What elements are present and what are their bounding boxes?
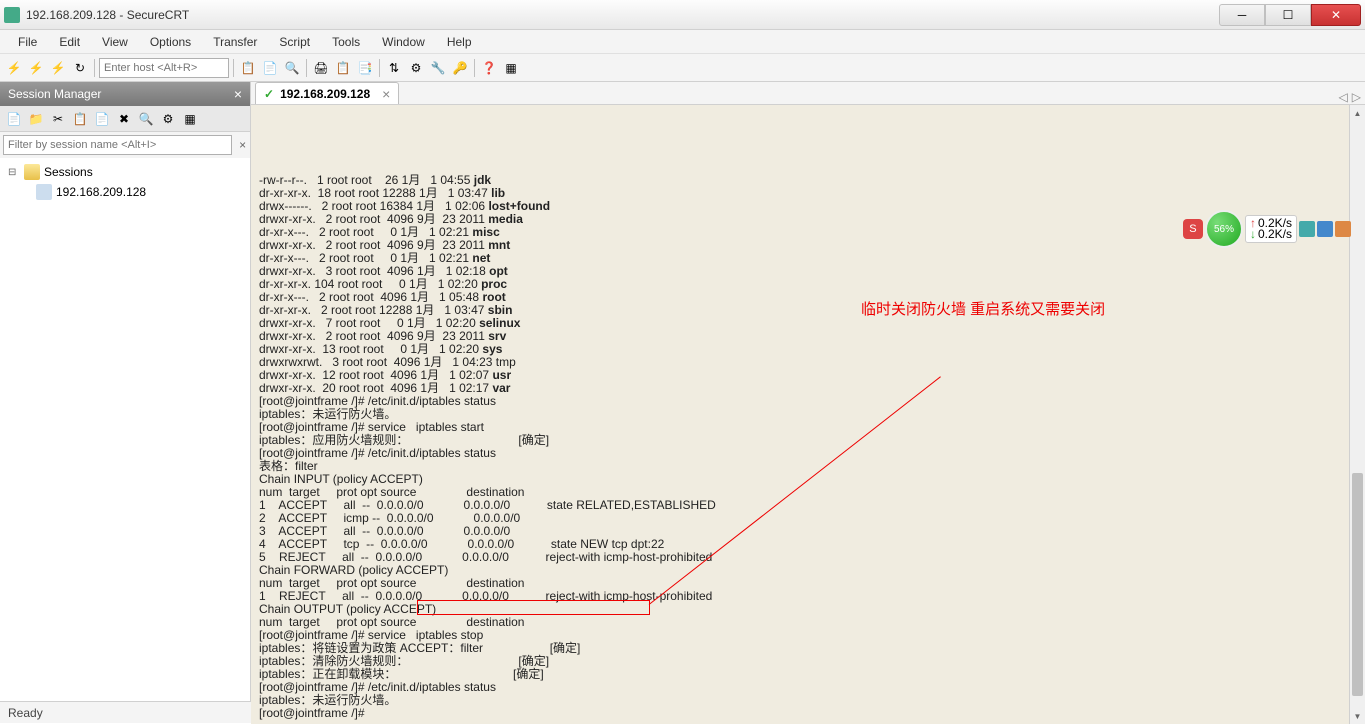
terminal-line: [root@jointframe /]# /etc/init.d/iptable… <box>259 681 1341 694</box>
cut-icon[interactable]: ✂ <box>48 109 68 129</box>
tile-icon[interactable]: ▦ <box>501 58 521 78</box>
cpu-gauge[interactable]: 56% <box>1205 210 1243 248</box>
annotation-text: 临时关闭防火墙 重启系统又需要关闭 <box>861 303 1105 316</box>
settings-icon[interactable]: ⚙ <box>406 58 426 78</box>
xfer-icon[interactable]: ⇅ <box>384 58 404 78</box>
maximize-button[interactable]: ☐ <box>1265 4 1311 26</box>
help-icon[interactable]: ❓ <box>479 58 499 78</box>
menu-script[interactable]: Script <box>269 32 320 52</box>
tree-root-sessions[interactable]: ⊟ Sessions <box>4 162 246 182</box>
key-icon[interactable]: 🔑 <box>450 58 470 78</box>
filter-row: × <box>0 132 250 158</box>
terminal-line: [root@jointframe /]# /etc/init.d/iptable… <box>259 395 1341 408</box>
properties-icon[interactable]: 📋 <box>333 58 353 78</box>
app-icon <box>4 7 20 23</box>
download-icon: ↓ <box>1250 229 1256 240</box>
session-tree: ⊟ Sessions 192.168.209.128 <box>0 158 250 701</box>
paste-icon[interactable]: 📄 <box>260 58 280 78</box>
tabs-bar: ✓ 192.168.209.128 × ◁ ▷ <box>251 82 1365 105</box>
widget-tool-2[interactable] <box>1317 221 1333 237</box>
menu-window[interactable]: Window <box>372 32 435 52</box>
toolbar-separator <box>306 59 307 77</box>
menu-transfer[interactable]: Transfer <box>203 32 267 52</box>
terminal-line: [root@jointframe /]# /etc/init.d/iptable… <box>259 447 1341 460</box>
more-icon[interactable]: ▦ <box>180 109 200 129</box>
toolbar: ⚡ ⚡ ⚡ ↻ 📋 📄 🔍 🖨 📋 📑 ⇅ ⚙ 🔧 🔑 ❓ ▦ <box>0 54 1365 82</box>
copy-session-icon[interactable]: 📋 <box>70 109 90 129</box>
folder-icon <box>24 164 40 180</box>
tools-icon[interactable]: 🔧 <box>428 58 448 78</box>
search-icon[interactable]: 🔍 <box>136 109 156 129</box>
session-manager-title: Session Manager <box>8 87 101 101</box>
scroll-track[interactable] <box>1350 121 1365 708</box>
tabs-nav: ◁ ▷ <box>1339 90 1361 104</box>
scroll-thumb[interactable] <box>1352 473 1363 696</box>
highlight-box <box>417 600 650 615</box>
session-icon <box>36 184 52 200</box>
paste-session-icon[interactable]: 📄 <box>92 109 112 129</box>
menu-edit[interactable]: Edit <box>49 32 90 52</box>
tree-root-label: Sessions <box>44 165 93 179</box>
toolbar-separator <box>379 59 380 77</box>
connect-tab-icon[interactable]: ⚡ <box>48 58 68 78</box>
find-icon[interactable]: 🔍 <box>282 58 302 78</box>
clear-filter-icon[interactable]: × <box>235 138 250 152</box>
scroll-up-icon[interactable]: ▲ <box>1350 105 1365 121</box>
tab-close-icon[interactable]: × <box>382 86 390 102</box>
filter-input[interactable] <box>3 135 232 155</box>
host-input[interactable] <box>99 58 229 78</box>
properties-session-icon[interactable]: ⚙ <box>158 109 178 129</box>
new-session-icon[interactable]: 📄 <box>4 109 24 129</box>
terminal[interactable]: 临时关闭防火墙 重启系统又需要关闭 -rw-r--r--. 1 root roo… <box>251 105 1349 724</box>
session-manager-header: Session Manager × <box>0 82 250 106</box>
menu-file[interactable]: File <box>8 32 47 52</box>
toolbar-separator <box>474 59 475 77</box>
new-folder-icon[interactable]: 📁 <box>26 109 46 129</box>
tree-session-label: 192.168.209.128 <box>56 185 146 199</box>
widget-tool-1[interactable] <box>1299 221 1315 237</box>
widget-tools <box>1299 221 1351 237</box>
menu-options[interactable]: Options <box>140 32 201 52</box>
scroll-down-icon[interactable]: ▼ <box>1350 708 1365 724</box>
content-area: ✓ 192.168.209.128 × ◁ ▷ 临时关闭防火墙 重启系统又需要关… <box>251 82 1365 701</box>
print-icon[interactable]: 🖨 <box>311 58 331 78</box>
network-speeds: ↑0.2K/s ↓0.2K/s <box>1245 215 1297 243</box>
tab-label: 192.168.209.128 <box>280 87 370 101</box>
minimize-button[interactable]: ─ <box>1219 4 1265 26</box>
session-manager-toolbar: 📄 📁 ✂ 📋 📄 ✖ 🔍 ⚙ ▦ <box>0 106 250 132</box>
connected-check-icon: ✓ <box>264 87 274 101</box>
connect-icon[interactable]: ⚡ <box>4 58 24 78</box>
toolbar-separator <box>94 59 95 77</box>
terminal-wrapper: 临时关闭防火墙 重启系统又需要关闭 -rw-r--r--. 1 root roo… <box>251 105 1365 724</box>
reconnect-icon[interactable]: ↻ <box>70 58 90 78</box>
menu-tools[interactable]: Tools <box>322 32 370 52</box>
tab-session[interactable]: ✓ 192.168.209.128 × <box>255 82 399 104</box>
input-method-badge[interactable]: S <box>1183 219 1203 239</box>
widget-tool-3[interactable] <box>1335 221 1351 237</box>
toolbar-separator <box>233 59 234 77</box>
close-button[interactable]: ✕ <box>1311 4 1361 26</box>
sessions-icon[interactable]: 📑 <box>355 58 375 78</box>
session-manager-close-icon[interactable]: × <box>234 86 242 102</box>
main-area: Session Manager × 📄 📁 ✂ 📋 📄 ✖ 🔍 ⚙ ▦ × ⊟ … <box>0 82 1365 701</box>
window-title: 192.168.209.128 - SecureCRT <box>26 8 1219 22</box>
window-controls: ─ ☐ ✕ <box>1219 4 1361 26</box>
terminal-line: [root@jointframe /]# <box>259 707 1341 720</box>
menu-help[interactable]: Help <box>437 32 482 52</box>
tab-prev-icon[interactable]: ◁ <box>1339 90 1348 104</box>
download-speed: 0.2K/s <box>1258 229 1292 240</box>
titlebar: 192.168.209.128 - SecureCRT ─ ☐ ✕ <box>0 0 1365 30</box>
system-widget: S 56% ↑0.2K/s ↓0.2K/s <box>1183 210 1351 248</box>
session-manager-panel: Session Manager × 📄 📁 ✂ 📋 📄 ✖ 🔍 ⚙ ▦ × ⊟ … <box>0 82 251 701</box>
menu-view[interactable]: View <box>92 32 138 52</box>
menubar: File Edit View Options Transfer Script T… <box>0 30 1365 54</box>
tab-next-icon[interactable]: ▷ <box>1352 90 1361 104</box>
terminal-scrollbar[interactable]: ▲ ▼ <box>1349 105 1365 724</box>
terminal-line: iptables：未运行防火墙。 <box>259 694 1341 707</box>
tree-session-item[interactable]: 192.168.209.128 <box>32 182 246 202</box>
delete-icon[interactable]: ✖ <box>114 109 134 129</box>
quick-connect-icon[interactable]: ⚡ <box>26 58 46 78</box>
copy-icon[interactable]: 📋 <box>238 58 258 78</box>
expander-icon[interactable]: ⊟ <box>8 167 20 178</box>
